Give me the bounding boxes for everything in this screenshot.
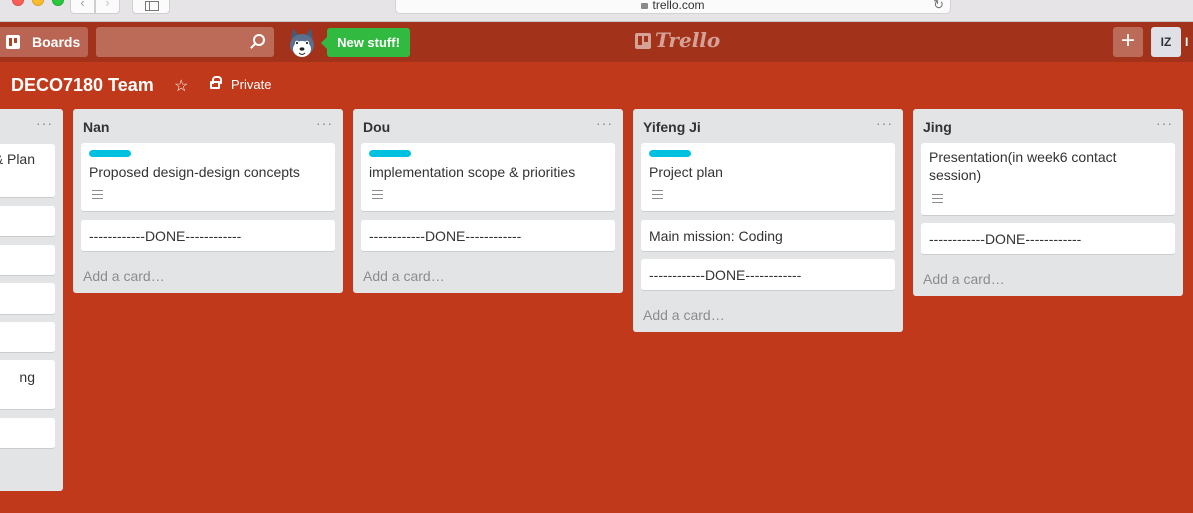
card-title: Proposed design-design concepts [89, 164, 300, 180]
board-title[interactable]: DECO7180 Team [11, 75, 154, 96]
description-icon [932, 194, 943, 203]
card-title: ------------DONE------------ [929, 231, 1082, 247]
card-title: ------------DONE------------ [649, 267, 802, 283]
browser-toolbar: ‹ › trello.com ↻ [0, 0, 1193, 22]
card[interactable]: Main mission: Coding [641, 220, 895, 252]
list-jing: Jing ··· Presentation(in week6 contact s… [913, 109, 1183, 296]
list-item[interactable]: & Plan [0, 144, 55, 198]
card[interactable]: Presentation(in week6 contact session) [921, 143, 1175, 216]
card-title: Main mission: Coding [649, 228, 783, 244]
app-header: Boards New stuff! Trello + IZ I [0, 22, 1193, 62]
search-icon[interactable] [253, 34, 265, 46]
list-menu-icon[interactable]: ··· [36, 115, 53, 131]
boards-icon [6, 35, 20, 49]
trello-logo[interactable]: Trello [635, 28, 725, 56]
trello-icon [635, 33, 651, 49]
card-label-cyan [369, 150, 411, 157]
card[interactable]: Project plan [641, 143, 895, 212]
card-title: implementation scope & priorities [369, 164, 576, 180]
new-stuff-button[interactable]: New stuff! [321, 28, 410, 57]
boards-label: Boards [32, 34, 81, 50]
list-menu-icon[interactable]: ··· [1156, 115, 1173, 131]
avatar-secondary[interactable]: I [1185, 27, 1193, 57]
card-text: ng [19, 369, 35, 385]
list-partial: ··· & Plan ng [0, 109, 63, 491]
card[interactable]: Proposed design-design concepts [81, 143, 335, 212]
add-card-link[interactable]: Add a card… [363, 268, 445, 284]
chevron-right-icon: › [105, 0, 110, 10]
list-dou: Dou ··· implementation scope & prioritie… [353, 109, 623, 293]
url-text: trello.com [652, 0, 705, 12]
description-icon [652, 190, 663, 199]
forward-button[interactable]: › [95, 0, 120, 14]
card-label-cyan [649, 150, 691, 157]
card[interactable]: ------------DONE------------ [641, 259, 895, 291]
sidebar-icon [145, 1, 159, 11]
add-card-link[interactable]: Add a card… [83, 268, 165, 284]
zoom-window-button[interactable] [52, 0, 64, 6]
avatar[interactable]: IZ [1151, 27, 1181, 57]
card[interactable]: ------------DONE------------ [921, 223, 1175, 255]
boards-button[interactable]: Boards [0, 27, 88, 57]
card[interactable]: ------------DONE------------ [361, 220, 615, 252]
list-item[interactable] [0, 322, 55, 353]
add-button[interactable]: + [1113, 27, 1143, 57]
search-input[interactable] [96, 27, 274, 57]
minimize-window-button[interactable] [32, 0, 44, 6]
card-title: ------------DONE------------ [369, 228, 522, 244]
close-window-button[interactable] [12, 0, 24, 6]
list-title[interactable]: Yifeng Ji [643, 119, 701, 135]
sidebar-toggle-button[interactable] [132, 0, 170, 14]
list-item[interactable] [0, 206, 55, 237]
brand-text: Trello [655, 28, 721, 52]
chevron-left-icon: ‹ [80, 0, 85, 10]
padlock-icon[interactable] [210, 76, 222, 89]
list-menu-icon[interactable]: ··· [876, 115, 893, 131]
card-text: & Plan [0, 151, 35, 167]
card-title: ------------DONE------------ [89, 228, 242, 244]
star-icon[interactable]: ☆ [174, 76, 188, 96]
description-icon [92, 190, 103, 199]
list-item[interactable] [0, 418, 55, 449]
card[interactable]: implementation scope & priorities [361, 143, 615, 212]
description-icon [372, 190, 383, 199]
add-card-link[interactable]: Add a card… [923, 271, 1005, 287]
reload-icon[interactable]: ↻ [933, 0, 944, 15]
taco-mascot-icon[interactable] [284, 25, 320, 61]
list-title[interactable]: Jing [923, 119, 952, 135]
card-label-cyan [89, 150, 131, 157]
list-yifeng-ji: Yifeng Ji ··· Project plan Main mission:… [633, 109, 903, 332]
card[interactable]: ------------DONE------------ [81, 220, 335, 252]
card-title: Presentation(in week6 contact session) [929, 149, 1117, 183]
list-title[interactable]: Dou [363, 119, 390, 135]
address-bar[interactable]: trello.com ↻ [395, 0, 951, 14]
add-card-link[interactable]: Add a card… [643, 307, 725, 323]
privacy-button[interactable]: Private [231, 77, 271, 92]
list-item[interactable]: ng [0, 360, 55, 410]
card-title: Project plan [649, 164, 723, 180]
list-item[interactable] [0, 283, 55, 315]
list-title[interactable]: Nan [83, 119, 109, 135]
list-menu-icon[interactable]: ··· [596, 115, 613, 131]
list-menu-icon[interactable]: ··· [316, 115, 333, 131]
back-button[interactable]: ‹ [70, 0, 95, 14]
lock-icon [641, 3, 649, 9]
list-item[interactable] [0, 245, 55, 276]
list-nan: Nan ··· Proposed design-design concepts … [73, 109, 343, 293]
